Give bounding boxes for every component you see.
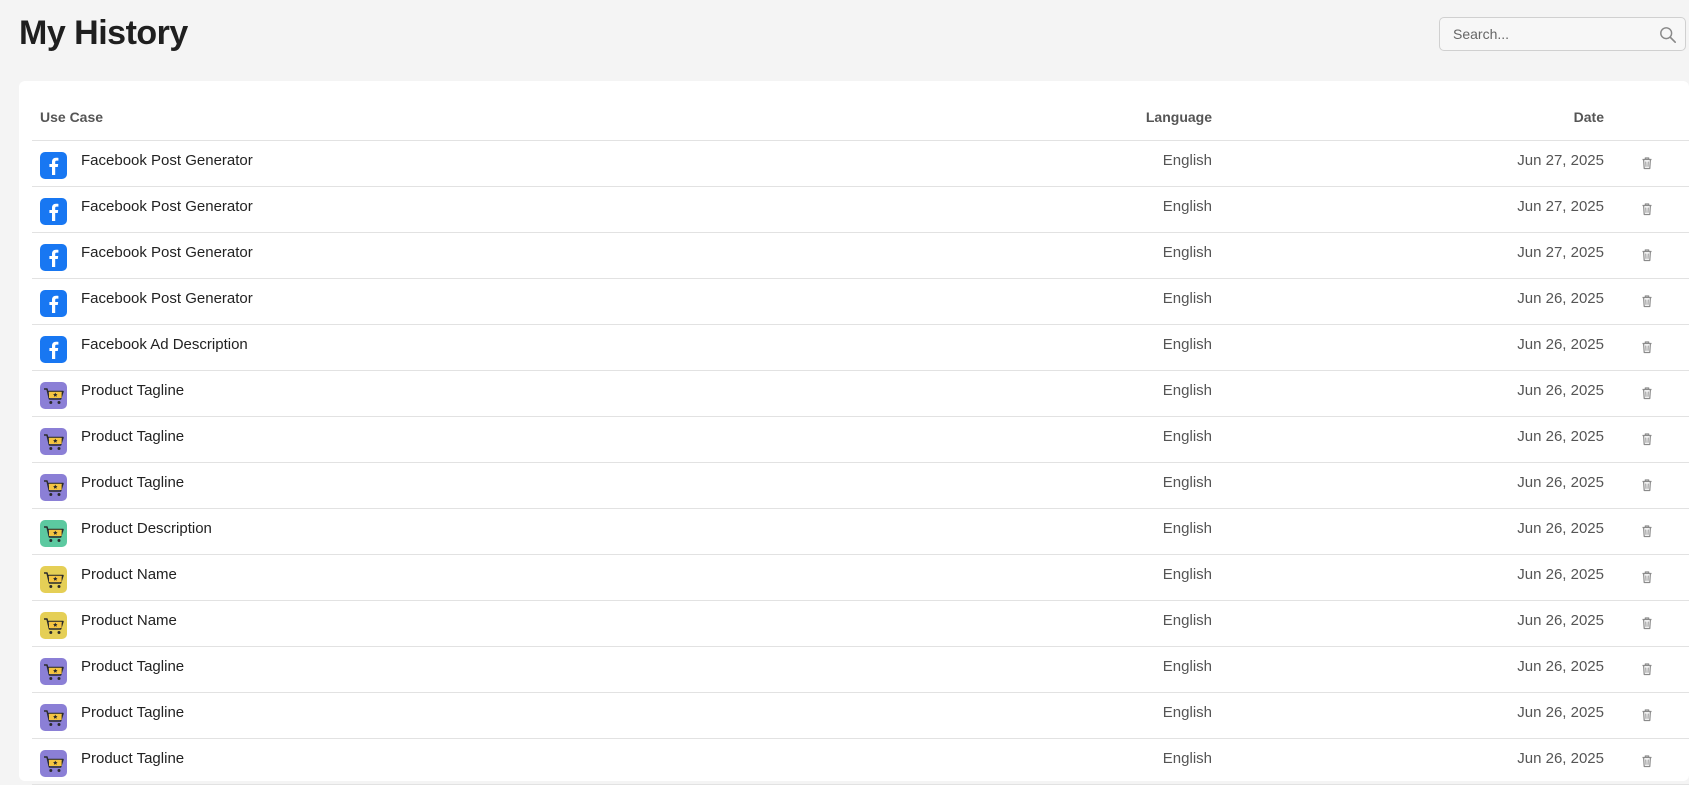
row-date: Jun 26, 2025 <box>1517 750 1604 767</box>
facebook-icon <box>40 290 67 317</box>
table-row[interactable]: Product Description English Jun 26, 2025 <box>32 509 1689 555</box>
use-case-name[interactable]: Product Name <box>81 566 177 583</box>
facebook-icon <box>40 336 67 363</box>
cart-purple-icon <box>40 658 67 685</box>
row-language: English <box>1163 290 1212 307</box>
trash-icon[interactable] <box>1639 707 1655 723</box>
row-date: Jun 26, 2025 <box>1517 336 1604 353</box>
table-row[interactable]: Product Tagline English Jun 26, 2025 <box>32 647 1689 693</box>
table-row[interactable]: Product Tagline English Jun 26, 2025 <box>32 693 1689 739</box>
cart-purple-icon <box>40 750 67 777</box>
trash-icon[interactable] <box>1639 155 1655 171</box>
trash-icon[interactable] <box>1639 385 1655 401</box>
use-case-name[interactable]: Product Tagline <box>81 704 184 721</box>
use-case-name[interactable]: Facebook Post Generator <box>81 152 253 169</box>
table-row[interactable]: Facebook Post Generator English Jun 27, 20… <box>32 187 1689 233</box>
facebook-icon <box>40 198 67 225</box>
trash-icon[interactable] <box>1639 615 1655 631</box>
trash-icon[interactable] <box>1639 201 1655 217</box>
page-title: My History <box>19 14 188 53</box>
cart-purple-icon <box>40 704 67 731</box>
row-language: English <box>1163 566 1212 583</box>
cart-purple-icon <box>40 428 67 455</box>
use-case-name[interactable]: Product Tagline <box>81 750 184 767</box>
table-row[interactable]: Product Name English Jun 26, 2025 <box>32 555 1689 601</box>
row-language: English <box>1163 244 1212 261</box>
row-language: English <box>1163 704 1212 721</box>
table-row[interactable]: Facebook Post Generator English Jun 27, 20… <box>32 233 1689 279</box>
row-language: English <box>1163 428 1212 445</box>
use-case-name[interactable]: Facebook Ad Description <box>81 336 248 353</box>
column-header-language[interactable]: Language <box>1146 109 1212 125</box>
history-table: Use Case Language Date Facebook Post Gen… <box>19 81 1689 781</box>
row-date: Jun 27, 2025 <box>1517 152 1604 169</box>
use-case-name[interactable]: Facebook Post Generator <box>81 244 253 261</box>
cart-purple-icon <box>40 382 67 409</box>
facebook-icon <box>40 244 67 271</box>
row-date: Jun 26, 2025 <box>1517 704 1604 721</box>
trash-icon[interactable] <box>1639 293 1655 309</box>
cart-yellow-icon <box>40 566 67 593</box>
cart-purple-icon <box>40 474 67 501</box>
table-row[interactable]: Facebook Post Generator English Jun 26, 20… <box>32 279 1689 325</box>
trash-icon[interactable] <box>1639 339 1655 355</box>
use-case-name[interactable]: Product Tagline <box>81 474 184 491</box>
table-row[interactable]: Facebook Ad Description English Jun 26, 20… <box>32 325 1689 371</box>
use-case-name[interactable]: Facebook Post Generator <box>81 198 253 215</box>
row-date: Jun 26, 2025 <box>1517 520 1604 537</box>
row-date: Jun 26, 2025 <box>1517 428 1604 445</box>
trash-icon[interactable] <box>1639 431 1655 447</box>
table-row[interactable]: Product Name English Jun 26, 2025 <box>32 601 1689 647</box>
row-date: Jun 26, 2025 <box>1517 382 1604 399</box>
trash-icon[interactable] <box>1639 753 1655 769</box>
column-header-date[interactable]: Date <box>1574 109 1604 125</box>
trash-icon[interactable] <box>1639 661 1655 677</box>
table-row[interactable]: Product Tagline English Jun 26, 2025 <box>32 371 1689 417</box>
cart-green-icon <box>40 520 67 547</box>
use-case-name[interactable]: Product Tagline <box>81 382 184 399</box>
search-box[interactable] <box>1439 17 1686 51</box>
table-row[interactable]: Product Tagline English Jun 26, 2025 <box>32 463 1689 509</box>
table-row[interactable]: Product Tagline English Jun 26, 2025 <box>32 417 1689 463</box>
row-language: English <box>1163 520 1212 537</box>
row-language: English <box>1163 658 1212 675</box>
row-language: English <box>1163 152 1212 169</box>
row-date: Jun 26, 2025 <box>1517 290 1604 307</box>
row-date: Jun 26, 2025 <box>1517 612 1604 629</box>
table-row[interactable]: Facebook Post Generator English Jun 27, 20… <box>32 141 1689 187</box>
row-language: English <box>1163 336 1212 353</box>
row-date: Jun 26, 2025 <box>1517 566 1604 583</box>
row-language: English <box>1163 750 1212 767</box>
use-case-name[interactable]: Product Tagline <box>81 658 184 675</box>
row-language: English <box>1163 382 1212 399</box>
row-language: English <box>1163 474 1212 491</box>
table-header: Use Case Language Date <box>32 81 1689 141</box>
row-date: Jun 27, 2025 <box>1517 198 1604 215</box>
cart-yellow-icon <box>40 612 67 639</box>
facebook-icon <box>40 152 67 179</box>
use-case-name[interactable]: Facebook Post Generator <box>81 290 253 307</box>
trash-icon[interactable] <box>1639 477 1655 493</box>
use-case-name[interactable]: Product Description <box>81 520 212 537</box>
row-language: English <box>1163 612 1212 629</box>
trash-icon[interactable] <box>1639 247 1655 263</box>
use-case-name[interactable]: Product Tagline <box>81 428 184 445</box>
search-input[interactable] <box>1440 18 1663 50</box>
row-date: Jun 26, 2025 <box>1517 474 1604 491</box>
row-date: Jun 26, 2025 <box>1517 658 1604 675</box>
trash-icon[interactable] <box>1639 523 1655 539</box>
use-case-name[interactable]: Product Name <box>81 612 177 629</box>
row-date: Jun 27, 2025 <box>1517 244 1604 261</box>
search-icon[interactable] <box>1659 26 1677 44</box>
trash-icon[interactable] <box>1639 569 1655 585</box>
column-header-use-case[interactable]: Use Case <box>40 109 103 125</box>
row-language: English <box>1163 198 1212 215</box>
table-row[interactable]: Product Tagline English Jun 26, 2025 <box>32 739 1689 785</box>
